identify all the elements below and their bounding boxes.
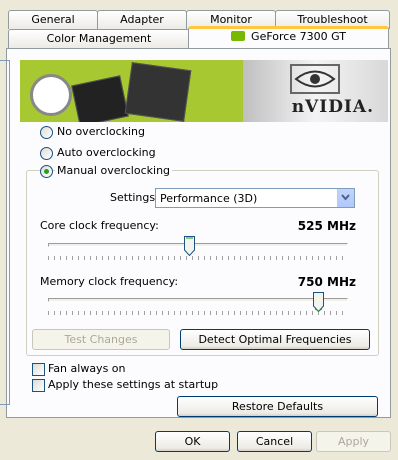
gpu-chip-image — [71, 75, 129, 122]
memory-clock-slider-thumb[interactable] — [312, 292, 324, 312]
core-clock-slider-thumb[interactable] — [183, 236, 195, 256]
stopwatch-icon — [30, 74, 72, 116]
nvidia-logo: nVIDIA. — [243, 60, 388, 122]
cancel-button[interactable]: Cancel — [237, 431, 312, 452]
apply-at-startup-checkbox[interactable] — [32, 379, 45, 392]
tab-general[interactable]: General — [8, 10, 98, 29]
radio-selected-dot — [44, 169, 49, 174]
settings-label: Settings — [110, 191, 156, 204]
radio-no-overclocking-label[interactable]: No overclocking — [57, 125, 145, 138]
radio-auto-overclocking[interactable] — [40, 147, 53, 160]
memory-clock-label: Memory clock frequency: — [40, 275, 179, 288]
settings-dropdown[interactable]: Performance (3D) — [155, 188, 355, 208]
memory-clock-ticks — [48, 311, 348, 315]
core-clock-track[interactable] — [48, 243, 348, 247]
fan-always-on-checkbox[interactable] — [32, 363, 45, 376]
core-clock-value: 525 MHz — [297, 219, 356, 233]
apply-at-startup-label[interactable]: Apply these settings at startup — [48, 378, 218, 391]
nvidia-banner: nVIDIA. — [20, 60, 388, 122]
chevron-down-icon[interactable] — [337, 189, 354, 207]
restore-defaults-button[interactable]: Restore Defaults — [177, 396, 378, 417]
radio-no-overclocking[interactable] — [40, 126, 53, 139]
nvidia-eye-icon — [290, 64, 340, 94]
radio-manual-overclocking[interactable] — [40, 165, 53, 178]
tab-adapter[interactable]: Adapter — [97, 10, 187, 29]
radio-auto-overclocking-label[interactable]: Auto overclocking — [57, 146, 156, 159]
test-changes-button[interactable]: Test Changes — [32, 329, 170, 350]
detect-optimal-frequencies-button[interactable]: Detect Optimal Frequencies — [180, 329, 370, 350]
tab-geforce[interactable]: GeForce 7300 GT — [188, 26, 389, 48]
settings-dropdown-value: Performance (3D) — [160, 192, 258, 205]
memory-clock-value: 750 MHz — [297, 275, 356, 289]
gpu-chip-image-2 — [124, 62, 192, 122]
tab-color-management[interactable]: Color Management — [8, 29, 190, 48]
memory-clock-track[interactable] — [48, 298, 348, 302]
apply-button[interactable]: Apply — [316, 431, 391, 452]
core-clock-ticks — [48, 256, 348, 260]
tab-geforce-label: GeForce 7300 GT — [251, 30, 346, 43]
fan-always-on-label[interactable]: Fan always on — [48, 362, 126, 375]
radio-manual-overclocking-label[interactable]: Manual overclocking — [55, 164, 173, 177]
nvidia-tab-icon — [231, 31, 246, 41]
nvidia-wordmark: nVIDIA. — [291, 97, 374, 117]
page-left-edge — [0, 60, 10, 405]
ok-button[interactable]: OK — [155, 431, 230, 452]
core-clock-label: Core clock frequency: — [40, 219, 159, 232]
